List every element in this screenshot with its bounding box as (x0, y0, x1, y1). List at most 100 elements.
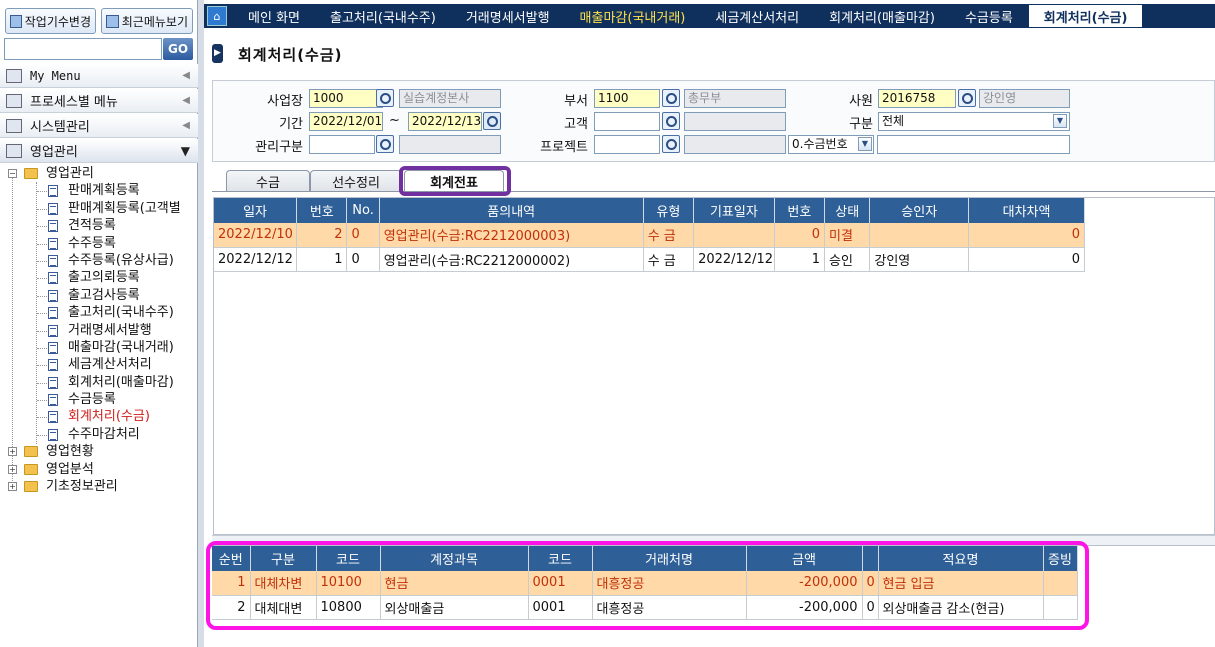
tree-item[interactable]: 매출마감(국내거래) (0, 339, 198, 356)
top-tab[interactable]: 메인 화면 (233, 4, 315, 28)
top-tab[interactable]: 매출마감(국내거래) (565, 4, 701, 28)
expand-icon[interactable]: + (8, 482, 17, 492)
table-cell[interactable]: 영업관리(수금:RC2212000002) (379, 247, 644, 272)
person-icon (6, 68, 22, 83)
tree-item[interactable]: 출고의뢰등록 (0, 269, 198, 286)
table-cell[interactable]: 승인 (824, 247, 871, 272)
top-tab[interactable]: 세금계산서처리 (700, 4, 814, 28)
menu-my-menu[interactable]: My Menu ◀ (0, 64, 198, 88)
dept-code-field[interactable]: 1100 (594, 89, 660, 108)
column-header[interactable]: 대차차액 (968, 198, 1085, 223)
menu-process[interactable]: 프로세스별 메뉴 ◀ (0, 89, 198, 113)
tree-item[interactable]: 판매계획등록(고객별 (0, 200, 198, 217)
column-header[interactable]: 승인자 (869, 198, 970, 223)
change-period-button[interactable]: 작업기수변경 (5, 8, 96, 34)
search-icon[interactable] (958, 89, 976, 107)
customer-code-field[interactable] (594, 112, 660, 131)
menu-search-input[interactable] (4, 38, 162, 60)
menu-label: 시스템관리 (30, 120, 90, 135)
tree-node-group[interactable]: + 기초정보관리 (0, 478, 198, 495)
date-to-field[interactable]: 2022/12/13 (408, 112, 482, 131)
table-cell[interactable]: 2022/12/12 (693, 247, 775, 272)
table-cell[interactable]: 미결 (824, 223, 871, 248)
column-header[interactable]: 일자 (214, 198, 298, 223)
tree-item[interactable]: 회계처리(매출마감) (0, 374, 198, 391)
type-select[interactable]: 전체 (878, 112, 1070, 131)
site-code-field[interactable]: 1000 (309, 89, 383, 108)
tree-node-sales[interactable]: − 영업관리 (0, 165, 198, 182)
tree-item[interactable]: 세금계산서처리 (0, 356, 198, 373)
table-cell[interactable]: 2022/12/10 (214, 223, 298, 248)
date-from-field[interactable]: 2022/12/01 (309, 112, 383, 131)
tree-item[interactable]: 수주마감처리 (0, 426, 198, 443)
column-header[interactable]: 번호 (296, 198, 348, 223)
table-cell[interactable]: 강인영 (869, 247, 970, 272)
table-cell[interactable]: 수 금 (643, 247, 695, 272)
project-code-field[interactable] (594, 135, 660, 154)
tree-item[interactable]: 견적등록 (0, 217, 198, 234)
tab-divider (212, 191, 1215, 192)
column-header[interactable]: 유형 (643, 198, 695, 223)
table-cell[interactable]: 0 (968, 223, 1085, 248)
table-cell[interactable]: 0 (346, 223, 380, 248)
top-tab[interactable]: 수금등록 (950, 4, 1028, 28)
tree-item[interactable]: 거래명세서발행 (0, 322, 198, 339)
expand-icon[interactable]: + (8, 464, 17, 474)
search-icon[interactable] (662, 112, 680, 130)
tab-receipt[interactable]: 수금 (226, 170, 310, 192)
tree-item[interactable]: 수주등록(유상사급) (0, 252, 198, 269)
search-icon[interactable] (376, 89, 394, 107)
home-icon[interactable]: ⌂ (207, 6, 227, 26)
top-tab[interactable]: 출고처리(국내수주) (315, 4, 451, 28)
top-tab[interactable]: 회계처리(수금) (1027, 4, 1144, 28)
tree-node-group[interactable]: + 영업현황 (0, 443, 198, 460)
expand-icon[interactable]: + (8, 447, 17, 457)
table-cell[interactable]: 수 금 (643, 223, 695, 248)
tree-item[interactable]: 출고검사등록 (0, 287, 198, 304)
sidebar-splitter[interactable] (198, 0, 204, 647)
search-icon[interactable] (376, 135, 394, 153)
go-button[interactable]: GO (163, 38, 193, 60)
chevron-down-icon[interactable]: ▼ (858, 137, 872, 151)
mgmt-code-field[interactable] (309, 135, 375, 154)
table-cell[interactable]: 1 (296, 247, 348, 272)
top-tab[interactable]: 회계처리(매출마감) (814, 4, 950, 28)
table-cell[interactable]: 영업관리(수금:RC2212000003) (379, 223, 644, 248)
tree-item[interactable]: 회계처리(수금) (0, 408, 198, 425)
top-tab[interactable]: 거래명세서발행 (451, 4, 565, 28)
tree-item[interactable]: 판매계획등록 (0, 182, 198, 199)
tree-node-group[interactable]: + 영업분석 (0, 461, 198, 478)
table-row[interactable]: 2022/12/10 2 0 영업관리(수금:RC2212000003) 수 금 0 미결 0 (214, 223, 1085, 248)
table-cell[interactable]: 2022/12/12 (214, 247, 298, 272)
table-cell[interactable]: 0 (346, 247, 380, 272)
document-icon (48, 237, 58, 250)
column-header[interactable]: No. (346, 198, 380, 223)
column-header[interactable]: 기표일자 (693, 198, 775, 223)
tree-item-label: 판매계획등록 (68, 183, 140, 199)
table-cell[interactable] (869, 223, 970, 248)
column-header[interactable]: 번호 (774, 198, 826, 223)
column-header[interactable]: 상태 (824, 198, 871, 223)
tree-item[interactable]: 수주등록 (0, 235, 198, 252)
receipt-number-field[interactable] (877, 135, 1070, 154)
tab-advance[interactable]: 선수정리 (310, 170, 402, 192)
recent-menu-button[interactable]: 최근메뉴보기 (101, 8, 193, 34)
table-cell[interactable]: 2 (296, 223, 348, 248)
tree-item[interactable]: 수금등록 (0, 391, 198, 408)
emp-code-field[interactable]: 2016758 (878, 89, 956, 108)
menu-system[interactable]: 시스템관리 ◀ (0, 114, 198, 138)
table-cell[interactable]: 0 (774, 223, 826, 248)
tree-item[interactable]: 출고처리(국내수주) (0, 304, 198, 321)
table-cell[interactable]: 0 (968, 247, 1085, 272)
search-icon[interactable] (662, 89, 680, 107)
tree-item-label: 견적등록 (68, 218, 116, 234)
column-header[interactable]: 품의내역 (379, 198, 644, 223)
table-cell[interactable] (693, 223, 775, 248)
collapse-icon[interactable]: − (8, 169, 17, 178)
search-icon[interactable] (662, 135, 680, 153)
table-row[interactable]: 2022/12/12 1 0 영업관리(수금:RC2212000002) 수 금 2022… (214, 247, 1085, 272)
table-cell[interactable]: 1 (774, 247, 826, 272)
calendar-icon[interactable] (483, 112, 501, 130)
chevron-down-icon[interactable]: ▼ (1053, 114, 1067, 128)
menu-sales[interactable]: 영업관리 ▼ (0, 139, 198, 163)
